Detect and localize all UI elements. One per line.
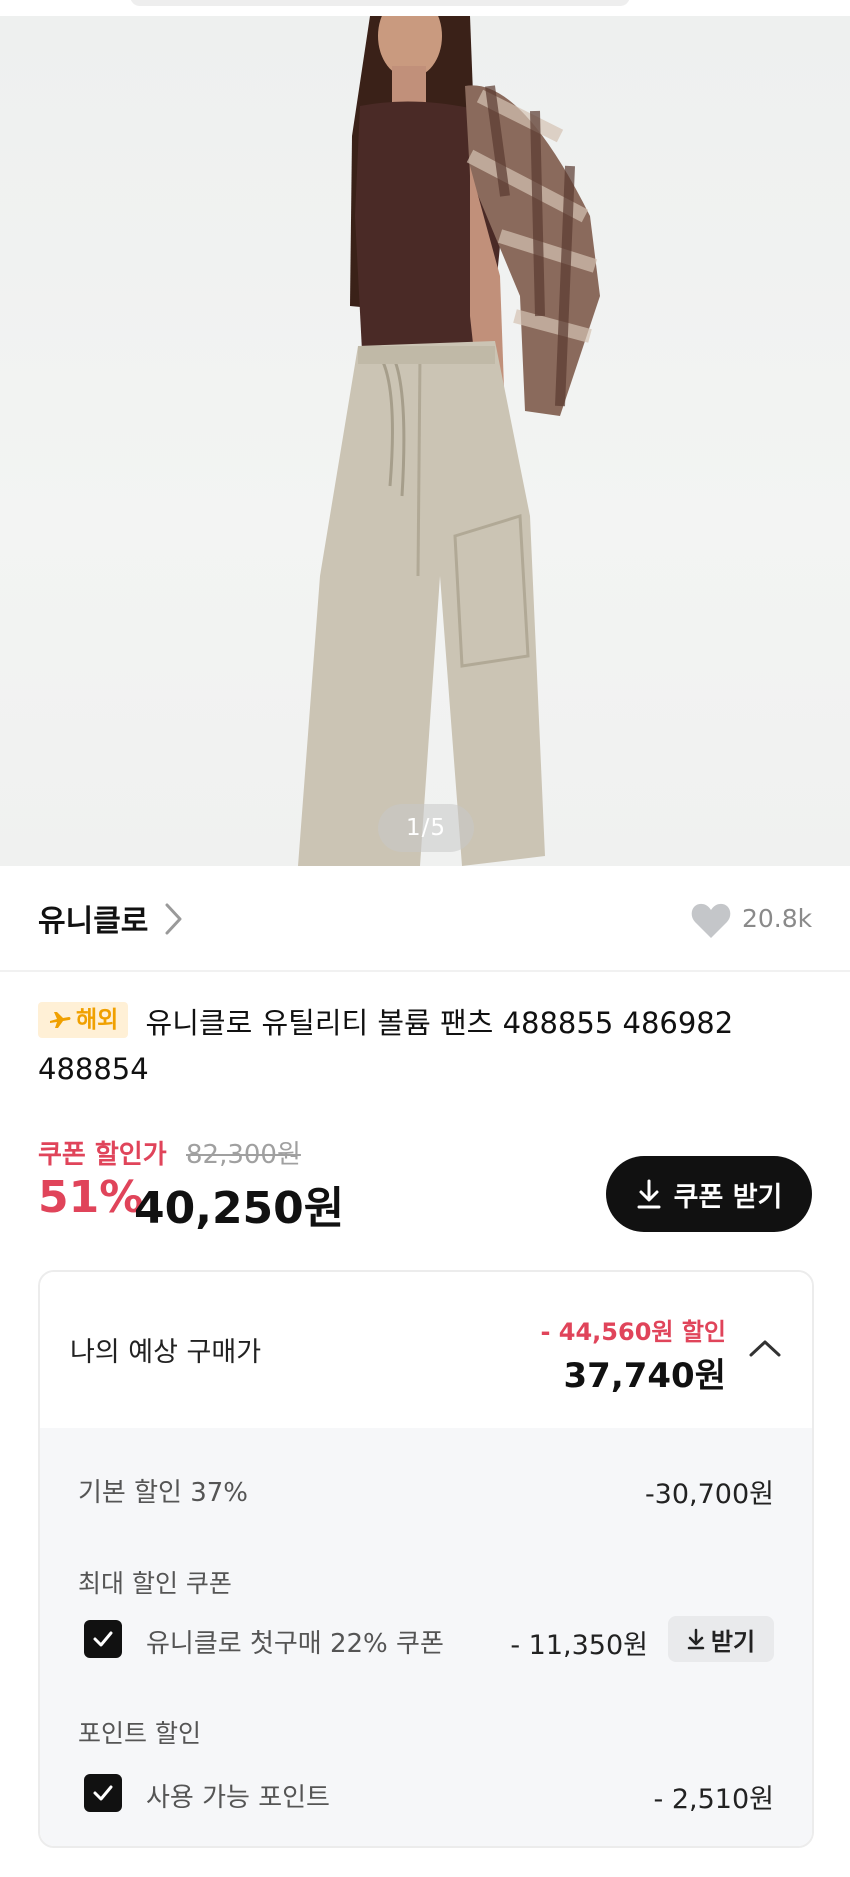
like-count: 20.8k xyxy=(742,904,813,933)
download-icon xyxy=(687,1628,705,1650)
point-checkbox[interactable] xyxy=(84,1774,122,1812)
check-icon xyxy=(93,1631,113,1647)
coupon-item-label: 유니클로 첫구매 22% 쿠폰 xyxy=(146,1629,444,1659)
product-title: 유니클로 유틸리티 볼륨 팬츠 488855 486982 488854 xyxy=(38,1006,734,1086)
check-icon xyxy=(93,1785,113,1801)
chevron-right-icon[interactable] xyxy=(164,902,184,936)
brand-name[interactable]: 유니클로 xyxy=(38,896,148,940)
point-section-label: 포인트 할인 xyxy=(78,1719,201,1748)
image-pager: 1/5 xyxy=(378,804,474,852)
overseas-badge: 해외 xyxy=(38,1002,129,1038)
estimated-price-breakdown: 기본 할인 37% -30,700원 최대 할인 쿠폰 유니클로 첫구매 22%… xyxy=(40,1428,812,1846)
estimated-discount: - 44,560원 할인 xyxy=(540,1318,726,1346)
estimated-price-header[interactable]: 나의 예상 구매가 - 44,560원 할인 37,740원 xyxy=(40,1272,812,1428)
download-icon xyxy=(637,1179,661,1209)
discount-percent: 51% xyxy=(38,1172,144,1223)
chevron-up-icon[interactable] xyxy=(748,1338,782,1358)
base-discount-label: 기본 할인 37% xyxy=(78,1478,248,1508)
top-handle xyxy=(130,0,630,6)
receive-coupon-button[interactable]: 받기 xyxy=(668,1616,774,1662)
max-coupon-section-label: 최대 할인 쿠폰 xyxy=(78,1569,232,1598)
estimated-price-panel: 나의 예상 구매가 - 44,560원 할인 37,740원 기본 할인 37%… xyxy=(38,1270,814,1848)
estimated-price: 37,740원 xyxy=(563,1356,726,1396)
estimated-price-label: 나의 예상 구매가 xyxy=(70,1337,262,1368)
get-coupon-button[interactable]: 쿠폰 받기 xyxy=(606,1156,812,1232)
coupon-price-label: 쿠폰 할인가 xyxy=(38,1140,167,1170)
overseas-badge-label: 해외 xyxy=(76,1007,119,1033)
airplane-icon xyxy=(50,1012,71,1028)
heart-icon[interactable] xyxy=(690,902,732,940)
coupon-item-amount: - 11,350원 xyxy=(510,1630,648,1661)
model-photo xyxy=(298,16,600,866)
receive-coupon-label: 받기 xyxy=(710,1627,756,1656)
product-title-block: 해외 유니클로 유틸리티 볼륨 팬츠 488855 486982 488854 xyxy=(38,1000,818,1092)
base-discount-amount: -30,700원 xyxy=(644,1479,774,1510)
get-coupon-label: 쿠폰 받기 xyxy=(673,1181,783,1213)
coupon-checkbox[interactable] xyxy=(84,1620,122,1658)
brand-row: 유니클로 20.8k xyxy=(0,866,850,972)
point-item-label: 사용 가능 포인트 xyxy=(146,1783,330,1813)
product-image[interactable]: 1/5 xyxy=(0,16,850,866)
sale-price: 40,250원 xyxy=(134,1183,345,1234)
original-price: 82,300원 xyxy=(186,1140,301,1170)
point-item-amount: - 2,510원 xyxy=(653,1784,774,1815)
